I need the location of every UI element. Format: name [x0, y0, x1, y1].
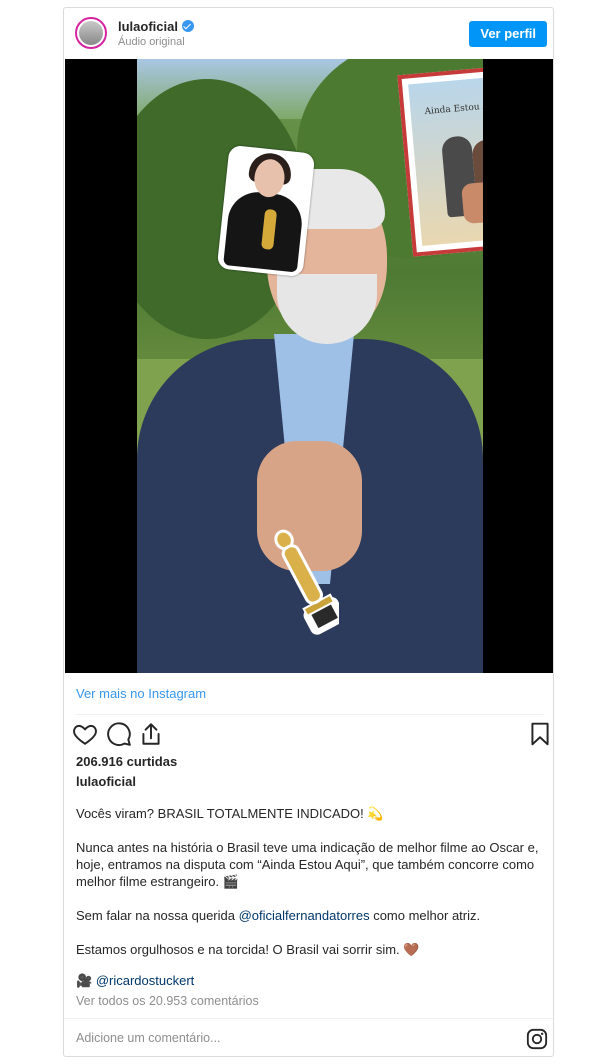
caption-3-text-a: Sem falar na nossa querida [76, 908, 239, 923]
likes-count[interactable]: 206.916 curtidas [76, 754, 177, 769]
comment-icon[interactable] [106, 721, 132, 747]
view-all-comments-link[interactable]: Ver todos os 20.953 comentários [76, 994, 259, 1008]
camera-emoji-icon: 🎥 [76, 973, 93, 988]
share-icon[interactable] [138, 721, 164, 747]
bookmark-icon[interactable] [527, 721, 553, 747]
credit-mention-link[interactable]: @ricardostuckert [96, 973, 194, 988]
oscar-statuette-sticker [274, 529, 339, 635]
post-caption: Vocês viram? BRASIL TOTALMENTE INDICADO!… [76, 805, 542, 975]
heart-icon[interactable] [72, 721, 98, 747]
mention-link[interactable]: @oficialfernandatorres [239, 908, 370, 923]
caption-3-text-b: como melhor atriz. [369, 908, 481, 923]
verified-badge-icon [181, 20, 194, 32]
header-username-text[interactable]: lulaoficial [118, 19, 178, 34]
view-profile-button[interactable]: Ver perfil [469, 21, 547, 47]
header-username[interactable]: lulaoficial [118, 19, 194, 34]
post-header: lulaoficial Áudio original Ver perfil [64, 8, 553, 59]
caption-line-1: Vocês viram? BRASIL TOTALMENTE INDICADO!… [76, 806, 384, 821]
movie-poster-sticker: Ainda Estou Aqui [397, 63, 483, 257]
video-scene: Ainda Estou Aqui [137, 59, 483, 673]
caption-line-3: Sem falar na nossa querida @oficialferna… [76, 907, 542, 924]
caption-line-2: Nunca antes na história o Brasil teve um… [76, 840, 539, 889]
instagram-logo-icon[interactable] [526, 1028, 548, 1050]
avatar[interactable] [75, 17, 107, 49]
divider [76, 714, 543, 715]
instagram-embed-card: lulaoficial Áudio original Ver perfil Ai… [63, 7, 554, 1057]
caption-line-4: Estamos orgulhosos e na torcida! O Brasi… [76, 942, 420, 957]
photo-credit: 🎥 @ricardostuckert [76, 973, 194, 989]
divider [64, 1018, 553, 1019]
add-comment-input[interactable]: Adicione um comentário... [76, 1031, 221, 1045]
audio-label[interactable]: Áudio original [118, 36, 185, 48]
caption-username[interactable]: lulaoficial [76, 774, 136, 789]
actress-sticker [216, 144, 316, 278]
post-video[interactable]: Ainda Estou Aqui [65, 59, 553, 673]
view-more-on-instagram-link[interactable]: Ver mais no Instagram [76, 686, 206, 701]
